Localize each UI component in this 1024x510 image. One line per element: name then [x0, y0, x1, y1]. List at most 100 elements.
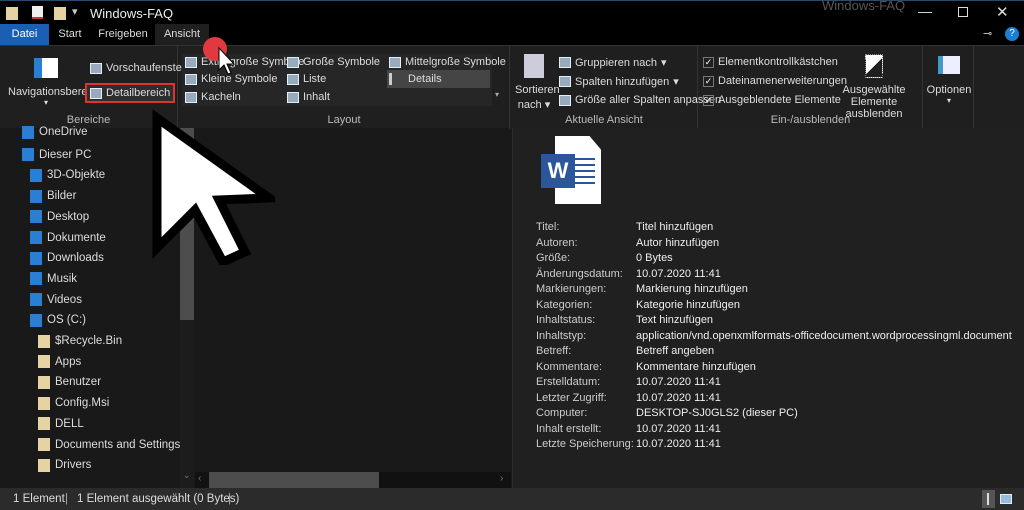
scroll-right-icon[interactable]: › — [500, 473, 503, 484]
close-button[interactable]: ✕ — [996, 3, 1009, 21]
minimize-button[interactable]: — — [918, 3, 932, 19]
maximize-button[interactable] — [958, 7, 968, 17]
new-folder-icon[interactable] — [54, 7, 66, 20]
nav-item[interactable]: Dieser PC — [22, 145, 91, 165]
ausgewaehlte-ausblenden-button[interactable]: Ausgewählte Elemente ausblenden — [829, 54, 919, 120]
detail-value[interactable]: Kategorie hinzufügen — [636, 299, 740, 311]
spalten-hinzufuegen-button[interactable]: Spalten hinzufügen ▾ — [559, 75, 679, 88]
nav-item-label: Benutzer — [55, 376, 102, 389]
nav-item[interactable]: $Recycle.Bin — [38, 331, 122, 351]
drive-icon — [30, 313, 42, 327]
nav-item[interactable]: Downloads — [30, 248, 104, 268]
detail-value[interactable]: Autor hinzufügen — [636, 237, 719, 249]
large-icons-icon — [287, 56, 299, 68]
nav-item[interactable]: Benutzer — [38, 372, 101, 392]
checkbox-icon: ✓ — [703, 75, 714, 87]
optionen-button[interactable]: Optionen ▾ — [926, 56, 972, 105]
nav-item[interactable]: Drivers — [38, 455, 91, 475]
detail-row: Letzter Zugriff: 10.07.2020 11:41 — [536, 390, 721, 406]
layout-item-details-selected[interactable]: Details — [387, 70, 490, 88]
tab-start[interactable]: Start — [50, 24, 90, 45]
group-label: Ein-/ausblenden — [770, 114, 851, 126]
folder-icon — [38, 396, 50, 410]
size-columns-icon — [559, 94, 571, 106]
detail-value[interactable]: 0 Bytes — [636, 252, 673, 264]
nav-item[interactable]: Documents and Settings — [38, 435, 180, 455]
layout-item[interactable]: Inhalt — [287, 91, 330, 103]
details-view-icon — [987, 493, 989, 505]
checkbox-icon: ✓ — [703, 56, 714, 68]
nach-label: nach — [517, 99, 542, 111]
checkbox-dateinamenerweiterungen[interactable]: ✓ Dateinamenerweiterungen — [703, 75, 847, 87]
nav-item-label: Dokumente — [47, 231, 106, 244]
nav-item[interactable]: Apps — [38, 352, 81, 372]
detail-value[interactable]: Titel hinzufügen — [636, 221, 713, 233]
detail-value[interactable]: Markierung hinzufügen — [636, 283, 748, 295]
layout-item[interactable]: Mittelgroße Symbole — [389, 56, 506, 68]
detail-row: Erstelldatum: 10.07.2020 11:41 — [536, 374, 721, 390]
cube-icon — [30, 168, 42, 182]
spalten-label: Spalten hinzufügen — [575, 75, 670, 88]
customize-dropdown-icon[interactable]: ▾ — [72, 5, 78, 18]
detail-value[interactable]: 10.07.2020 11:41 — [636, 392, 721, 404]
detail-value[interactable]: Text hinzufügen — [636, 314, 713, 326]
detail-row: Größe: 0 Bytes — [536, 250, 673, 266]
checkbox-elementkontrollkaestchen[interactable]: ✓ Elementkontrollkästchen — [703, 56, 838, 68]
detail-key: Änderungsdatum: — [536, 267, 623, 280]
detail-value[interactable]: 10.07.2020 11:41 — [636, 376, 721, 388]
detail-row: Betreff: Betreff angeben — [536, 343, 714, 359]
detail-key: Letzter Zugriff: — [536, 391, 607, 404]
group-ein-ausblenden: ✓ Elementkontrollkästchen ✓ Dateinamenerwe… — [699, 46, 923, 129]
checkbox-ausgeblendete-elemente[interactable]: ✓ Ausgeblendete Elemente — [703, 94, 841, 106]
gallery-expand-icon[interactable]: ▾ — [495, 90, 499, 99]
nav-item-label: Drivers — [55, 459, 92, 472]
group-by-icon — [559, 57, 571, 68]
large-icons-view-button[interactable] — [1000, 494, 1012, 504]
checkbox-icon: ✓ — [703, 94, 714, 106]
folder-icon — [6, 7, 18, 20]
detail-value[interactable]: 10.07.2020 11:41 — [636, 423, 721, 435]
content-icon — [287, 91, 299, 103]
scrollbar-thumb[interactable] — [209, 472, 379, 488]
detail-row: Letzte Speicherung: 10.07.2020 11:41 — [536, 436, 721, 452]
tab-datei[interactable]: Datei — [0, 24, 49, 45]
scroll-down-icon[interactable]: ⌄ — [183, 470, 191, 481]
scroll-left-icon[interactable]: ‹ — [198, 473, 201, 484]
nav-item[interactable]: DELL — [38, 414, 84, 434]
navigationsbereich-button[interactable]: Navigationsbereich ▾ — [8, 52, 102, 112]
pictures-icon — [30, 189, 42, 203]
detail-value[interactable]: Betreff angeben — [636, 345, 714, 357]
gruppieren-button[interactable]: Gruppieren nach ▾ — [559, 56, 666, 69]
detail-value[interactable]: application/vnd.openxmlformats-officedoc… — [636, 330, 1012, 342]
nav-item[interactable]: Desktop — [30, 207, 89, 227]
nav-item[interactable]: 3D-Objekte — [30, 165, 105, 185]
nav-item[interactable]: Musik — [30, 269, 77, 289]
pin-ribbon-icon[interactable]: ⊸ — [983, 27, 992, 40]
medium-icons-icon — [389, 56, 401, 68]
nav-item[interactable]: Videos — [30, 290, 82, 310]
preview-pane-icon — [90, 62, 102, 74]
detail-key: Größe: — [536, 252, 571, 264]
nav-item[interactable]: OneDrive — [22, 122, 88, 142]
detail-value[interactable]: 10.07.2020 11:41 — [636, 268, 721, 280]
pointer-overlay-icon — [152, 37, 275, 265]
detail-key: Betreff: — [536, 345, 572, 357]
nav-item[interactable]: Bilder — [30, 186, 76, 206]
layout-item[interactable]: Liste — [287, 73, 326, 85]
window-title: Windows-FAQ — [90, 6, 174, 21]
details-view-button[interactable] — [982, 490, 995, 508]
detail-value[interactable]: DESKTOP-SJ0GLS2 (dieser PC) — [636, 407, 798, 419]
nav-item[interactable]: Config.Msi — [38, 393, 109, 413]
detail-value[interactable]: Kommentare hinzufügen — [636, 361, 756, 373]
music-icon — [30, 272, 42, 286]
detail-value[interactable]: 10.07.2020 11:41 — [636, 438, 721, 450]
sortieren-button[interactable]: Sortieren nach ▾ — [515, 54, 560, 111]
nav-item[interactable]: OS (C:) — [30, 310, 86, 330]
properties-icon[interactable] — [32, 6, 43, 19]
help-icon[interactable]: ? — [1005, 27, 1019, 41]
horizontal-scrollbar[interactable]: ‹ › — [195, 472, 511, 488]
spalten-anpassen-button[interactable]: Größe aller Spalten anpassen — [559, 94, 721, 106]
layout-item[interactable]: Große Symbole — [287, 56, 380, 68]
nav-item[interactable]: Dokumente — [30, 228, 106, 248]
download-icon — [30, 251, 42, 265]
